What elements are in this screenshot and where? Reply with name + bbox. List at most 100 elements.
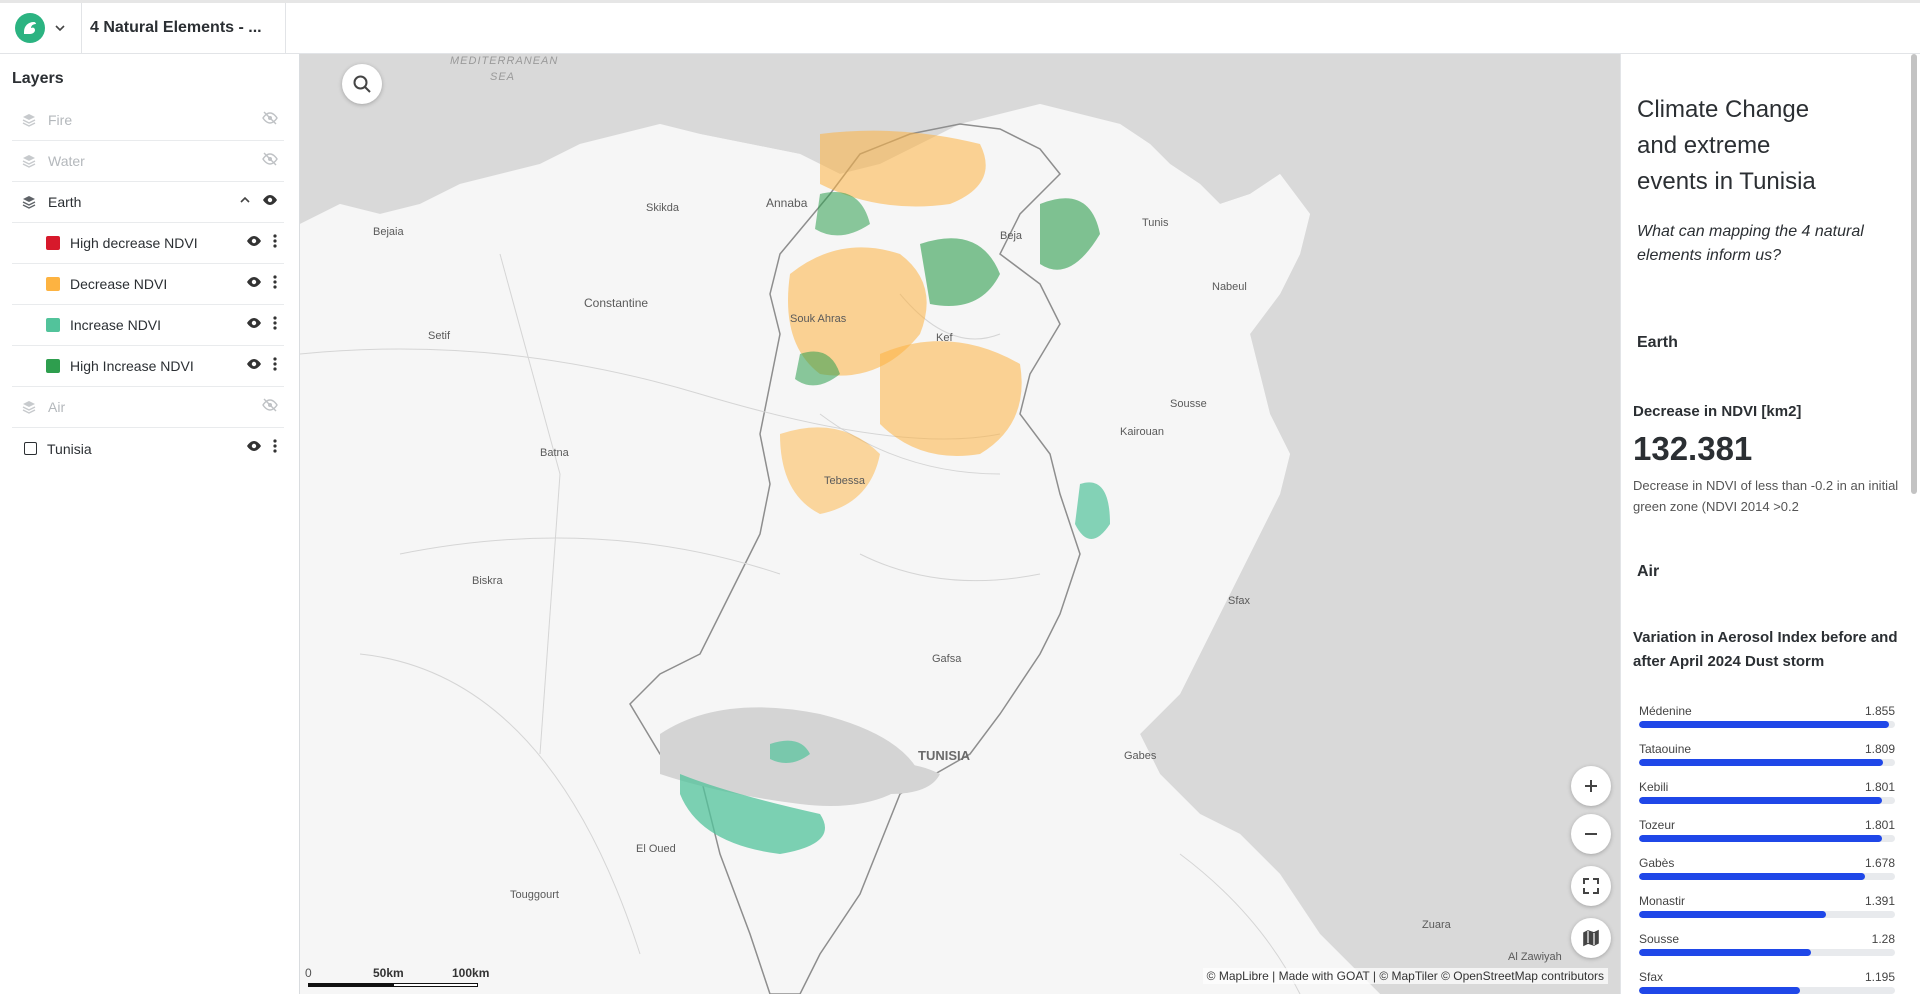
eye-off-icon[interactable] (262, 110, 278, 131)
bar-value: 1.801 (1864, 818, 1895, 832)
bar-track (1639, 797, 1895, 804)
place-label: Sfax (1228, 595, 1251, 607)
bar-label: Kebili (1639, 780, 1669, 794)
bar-label: Tozeur (1639, 818, 1676, 832)
eye-icon[interactable] (262, 192, 278, 213)
place-label: Tunis (1142, 217, 1169, 229)
place-label: Kairouan (1120, 426, 1164, 438)
map-canvas[interactable]: MEDITERRANEAN SEA Skikda Annaba Bejaia C… (300, 54, 1620, 994)
more-vertical-icon[interactable] (272, 356, 278, 377)
layers-stack-icon (20, 111, 38, 129)
place-label: Annaba (766, 196, 808, 210)
bar-fill (1639, 949, 1812, 956)
bar-track (1639, 759, 1895, 766)
layer-group-fire[interactable]: Fire (12, 100, 284, 141)
project-title[interactable]: 4 Natural Elements - ... (82, 2, 286, 54)
layer-label: Air (48, 399, 66, 415)
eye-off-icon[interactable] (262, 151, 278, 172)
eye-icon[interactable] (246, 274, 262, 295)
layer-tunisia[interactable]: Tunisia (12, 428, 284, 469)
layer-group-water[interactable]: Water (12, 141, 284, 182)
layer-label: Water (48, 153, 85, 169)
layer-label: High Increase NDVI (70, 358, 194, 374)
eye-icon[interactable] (246, 233, 262, 254)
layer-group-earth[interactable]: Earth (12, 182, 284, 223)
ndvi-heading: Decrease in NDVI [km2] (1633, 403, 1802, 420)
eye-off-icon[interactable] (262, 397, 278, 418)
eye-icon[interactable] (246, 356, 262, 377)
scale-label: 0 (305, 966, 312, 980)
basemap-button[interactable] (1571, 918, 1611, 958)
bar-track (1639, 873, 1895, 880)
place-label: Batna (540, 447, 570, 459)
bar-label: Gabès (1639, 856, 1675, 870)
layer-checkbox[interactable] (24, 442, 37, 455)
zoom-out-button[interactable] (1571, 814, 1611, 854)
zoom-in-button[interactable] (1571, 766, 1611, 806)
map-search-button[interactable] (342, 64, 382, 104)
map-attribution[interactable]: © MapLibre | Made with GOAT | © MapTiler… (1202, 968, 1608, 984)
layer-high-decrease-ndvi[interactable]: High decrease NDVI (12, 223, 284, 264)
bar-fill (1639, 987, 1800, 994)
more-vertical-icon[interactable] (272, 315, 278, 336)
aerosol-bar-row: Sfax 1.195 (1639, 970, 1895, 994)
place-label: TUNISIA (918, 748, 971, 763)
bar-value: 1.809 (1864, 742, 1895, 756)
ndvi-value: 132.381 (1633, 430, 1753, 467)
map-icon (1583, 929, 1599, 947)
app-menu[interactable] (0, 2, 82, 54)
scale-label: 100km (452, 966, 490, 980)
place-label: Sousse (1170, 398, 1207, 410)
ndvi-description: Decrease in NDVI of less than -0.2 in an… (1633, 478, 1899, 514)
place-label: MEDITERRANEAN (450, 55, 558, 67)
bar-track (1639, 987, 1895, 994)
panel-title: Climate Change and extreme events in Tun… (1637, 96, 1816, 195)
layer-label: Tunisia (47, 440, 92, 457)
story-panel: Climate Change and extreme events in Tun… (1620, 54, 1920, 994)
place-label: Souk Ahras (790, 313, 847, 325)
chevron-down-icon (54, 25, 65, 32)
layer-high-increase-ndvi[interactable]: High Increase NDVI (12, 346, 284, 387)
layer-label: High decrease NDVI (70, 235, 198, 251)
place-label: Beja (1000, 230, 1023, 242)
place-label: Kef (936, 332, 953, 344)
panel-subtitle: What can mapping the 4 natural elements … (1637, 223, 1864, 264)
place-label: Nabeul (1212, 281, 1247, 293)
aerosol-bar-row: Tataouine 1.809 (1639, 742, 1895, 770)
top-bar: 4 Natural Elements - ... (0, 0, 1920, 54)
bar-track (1639, 911, 1895, 918)
bar-label: Médenine (1639, 704, 1692, 718)
more-vertical-icon[interactable] (272, 233, 278, 254)
place-label: Touggourt (510, 889, 559, 901)
layers-title: Layers (12, 70, 64, 87)
scale-segment (308, 983, 393, 987)
layer-group-air[interactable]: Air (12, 387, 284, 428)
place-label: Al Zawiyah (1508, 951, 1562, 963)
more-vertical-icon[interactable] (272, 438, 278, 459)
place-label: SEA (490, 71, 515, 83)
legend-swatch (46, 318, 60, 332)
bar-label: Sousse (1639, 932, 1680, 946)
bar-value: 1.801 (1864, 780, 1895, 794)
bar-value: 1.678 (1864, 856, 1895, 870)
eye-icon[interactable] (246, 438, 262, 459)
layer-label: Earth (48, 194, 82, 210)
bar-value: 1.855 (1864, 704, 1895, 718)
more-vertical-icon[interactable] (272, 274, 278, 295)
layer-decrease-ndvi[interactable]: Decrease NDVI (12, 264, 284, 305)
place-label: Bejaia (373, 226, 404, 238)
legend-swatch (46, 236, 60, 250)
aerosol-bar-row: Tozeur 1.801 (1639, 818, 1895, 846)
layer-increase-ndvi[interactable]: Increase NDVI (12, 305, 284, 346)
bar-label: Monastir (1639, 894, 1686, 908)
bar-value: 1.195 (1864, 970, 1895, 984)
eye-icon[interactable] (246, 315, 262, 336)
place-label: Setif (428, 330, 451, 342)
section-heading-earth: Earth (1637, 334, 1678, 351)
bar-value: 1.391 (1864, 894, 1895, 908)
bar-label: Tataouine (1639, 742, 1692, 756)
bar-value: 1.28 (1871, 932, 1895, 946)
fullscreen-button[interactable] (1571, 866, 1611, 906)
chevron-up-icon[interactable] (238, 193, 252, 212)
panel-scrollbar[interactable] (1911, 54, 1917, 494)
